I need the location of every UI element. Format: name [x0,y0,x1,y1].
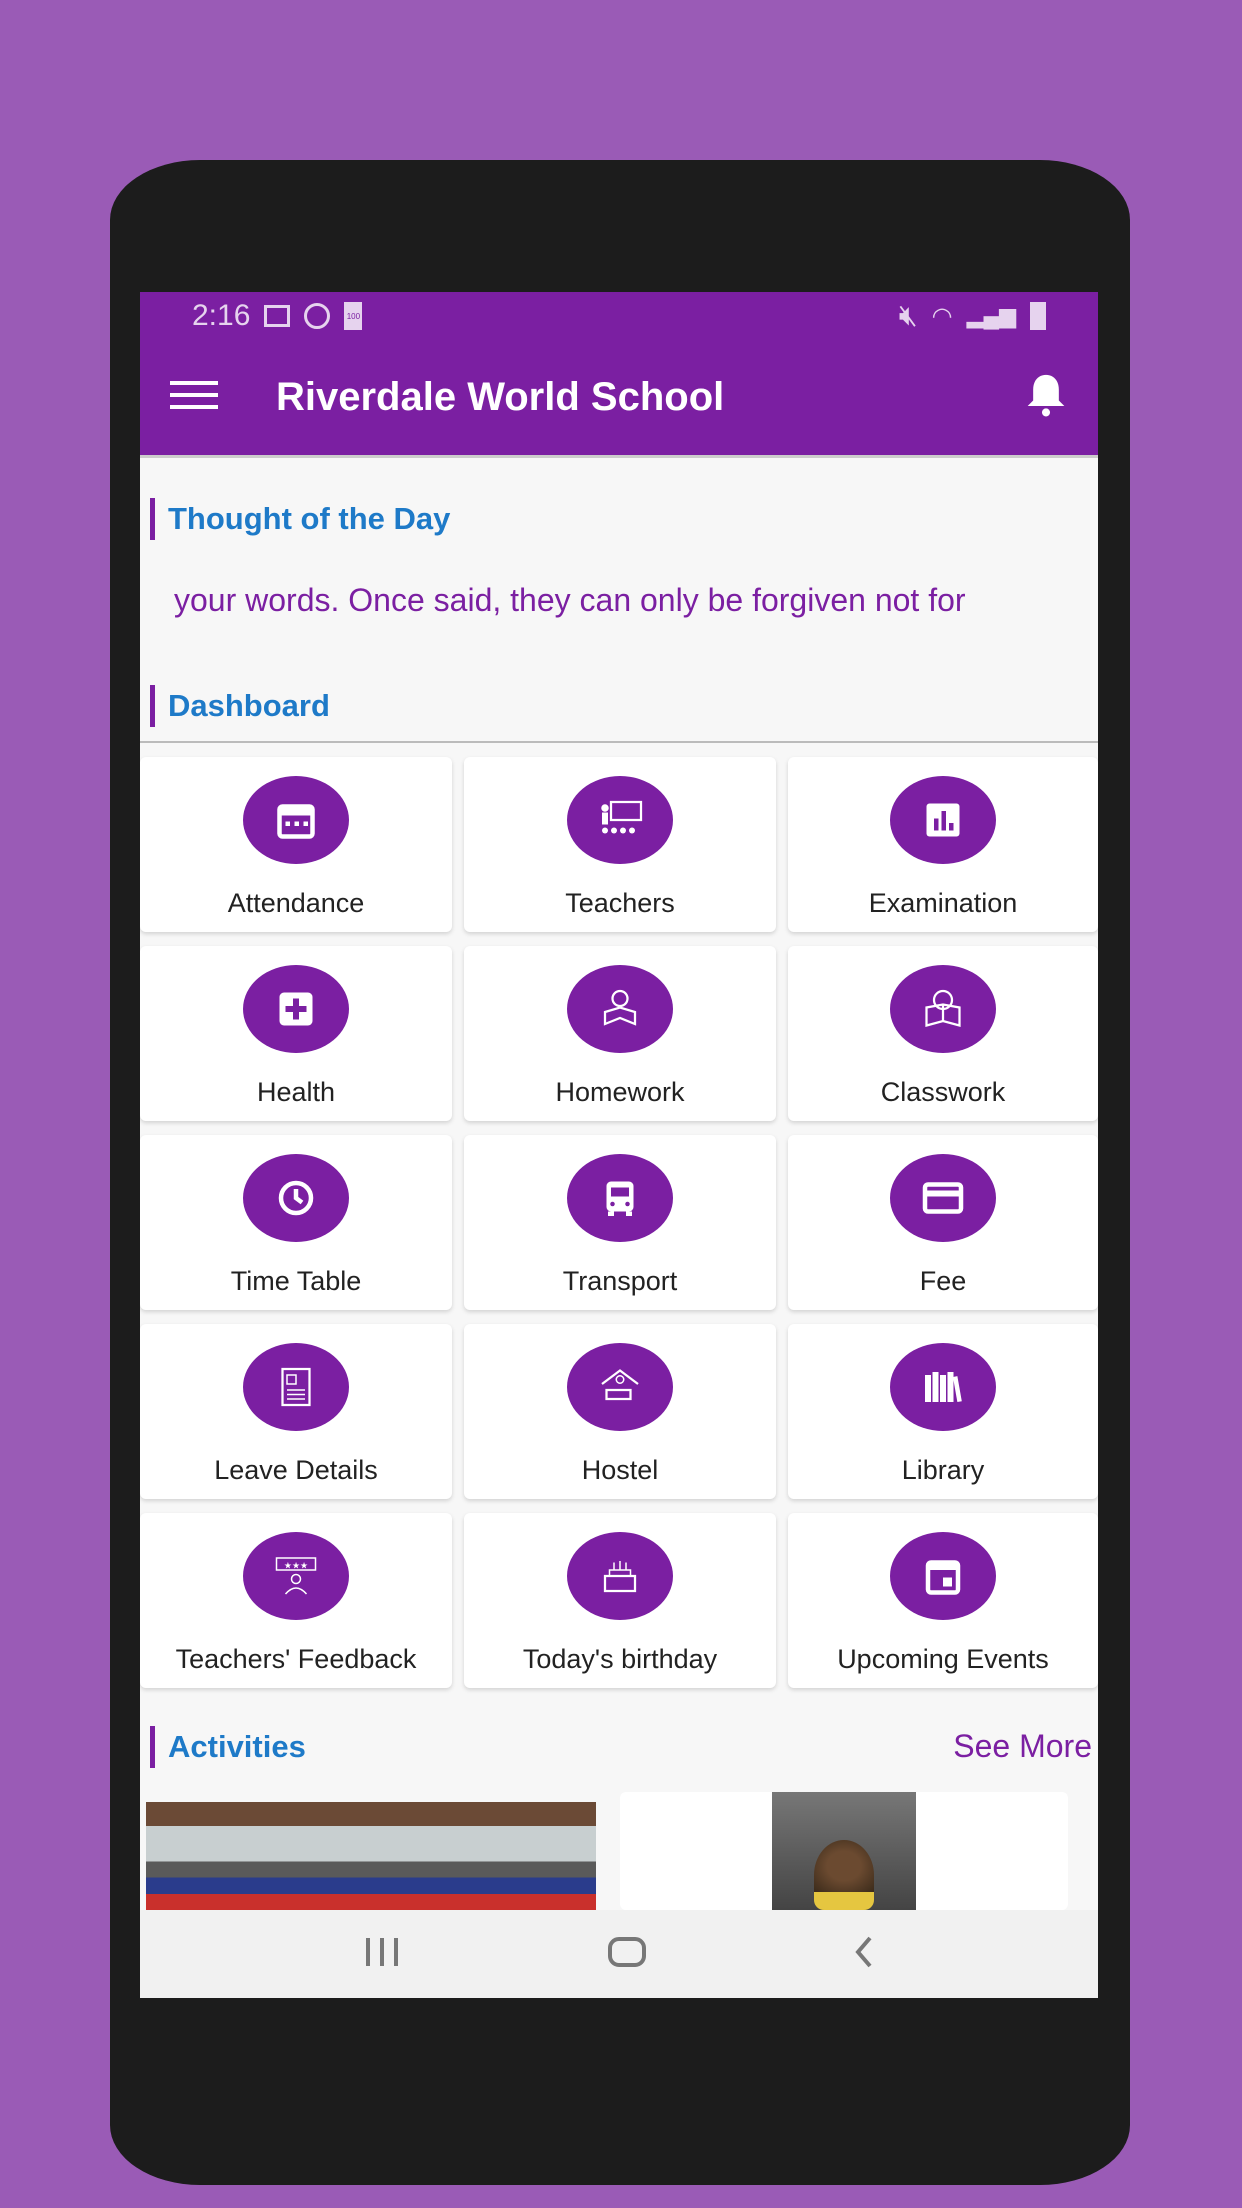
first-aid-icon [243,965,349,1053]
sync-icon [304,303,331,329]
dashboard-tile-transport[interactable]: Transport [464,1135,776,1310]
wifi-icon: ◠ [931,302,953,330]
dashboard-grid: Attendance Teachers Examination Health Homew… [140,757,1098,1688]
dashboard-tile-hostel[interactable]: Hostel [464,1324,776,1499]
app-screen: 2:16 100 🔇︎ ◠ ▂▄▆ Riverdale World School… [140,292,1098,1998]
bell-icon[interactable] [1024,371,1068,424]
recent-apps-icon[interactable] [362,1936,402,1973]
credit-card-icon [890,1154,996,1242]
dashboard-tile-upcoming-events[interactable]: Upcoming Events [788,1513,1098,1688]
feedback-stars-icon: ★★★ [243,1532,349,1620]
app-title: Riverdale World School [276,375,725,419]
cake-icon [567,1532,673,1620]
tile-label: Library [901,1455,985,1485]
battery-saver-icon: 100 [344,302,363,330]
menu-icon[interactable] [170,379,218,416]
tile-label: Hostel [581,1455,659,1485]
back-icon[interactable] [852,1935,876,1974]
svg-text:★★★: ★★★ [284,1561,308,1571]
books-icon [890,1343,996,1431]
tile-label: Examination [868,888,1018,918]
student-reading-icon [567,965,673,1053]
tile-label: Today's birthday [522,1644,718,1674]
home-icon[interactable] [607,1936,647,1973]
tile-label: Health [256,1077,336,1107]
book-reading-icon [890,965,996,1053]
thought-heading: Thought of the Day [150,498,450,540]
tile-label: Homework [555,1077,685,1107]
status-bar: 2:16 100 🔇︎ ◠ ▂▄▆ [140,292,1098,340]
status-time: 2:16 [192,299,251,332]
dashboard-tile-health[interactable]: Health [140,946,452,1121]
event-calendar-icon [890,1532,996,1620]
activity-image-bumper-cars[interactable] [146,1802,596,1910]
document-icon [243,1343,349,1431]
system-nav-bar [140,1910,1098,1998]
tile-label: Fee [919,1266,967,1296]
tile-label: Classwork [880,1077,1006,1107]
activity-card-student[interactable] [620,1792,1068,1910]
dashboard-tile-library[interactable]: Library [788,1324,1098,1499]
thought-text: your words. Once said, they can only be … [174,582,966,618]
dashboard-tile-homework[interactable]: Homework [464,946,776,1121]
activities-heading: Activities [150,1726,306,1768]
dashboard-tile-leave-details[interactable]: Leave Details [140,1324,452,1499]
tile-label: Attendance [227,888,365,918]
dashboard-tile-attendance[interactable]: Attendance [140,757,452,932]
signal-icon: ▂▄▆ [966,303,1016,328]
dashboard-tile-fee[interactable]: Fee [788,1135,1098,1310]
clock-icon [243,1154,349,1242]
image-icon [264,305,291,327]
mute-icon: 🔇︎ [898,299,918,332]
tile-label: Teachers [565,888,675,918]
battery-icon [1030,302,1046,330]
bus-icon [567,1154,673,1242]
tile-label: Time Table [230,1266,362,1296]
tile-label: Teachers' Feedback [175,1644,417,1674]
divider [140,741,1098,743]
see-more-link[interactable]: See More [953,1728,1092,1765]
tile-label: Leave Details [214,1455,378,1485]
tile-label: Upcoming Events [837,1644,1049,1674]
tile-label: Transport [562,1266,678,1296]
teacher-board-icon [567,776,673,864]
calendar-icon [243,776,349,864]
dashboard-tile-time-table[interactable]: Time Table [140,1135,452,1310]
hostel-bed-icon [567,1343,673,1431]
activity-image-student [772,1792,916,1910]
dashboard-tile-classwork[interactable]: Classwork [788,946,1098,1121]
dashboard-tile-teachers-feedback[interactable]: ★★★ Teachers' Feedback [140,1513,452,1688]
dashboard-tile-today-s-birthday[interactable]: Today's birthday [464,1513,776,1688]
bar-chart-icon [890,776,996,864]
dashboard-tile-teachers[interactable]: Teachers [464,757,776,932]
dashboard-heading: Dashboard [150,685,330,727]
app-bar: Riverdale World School [140,340,1098,458]
dashboard-tile-examination[interactable]: Examination [788,757,1098,932]
